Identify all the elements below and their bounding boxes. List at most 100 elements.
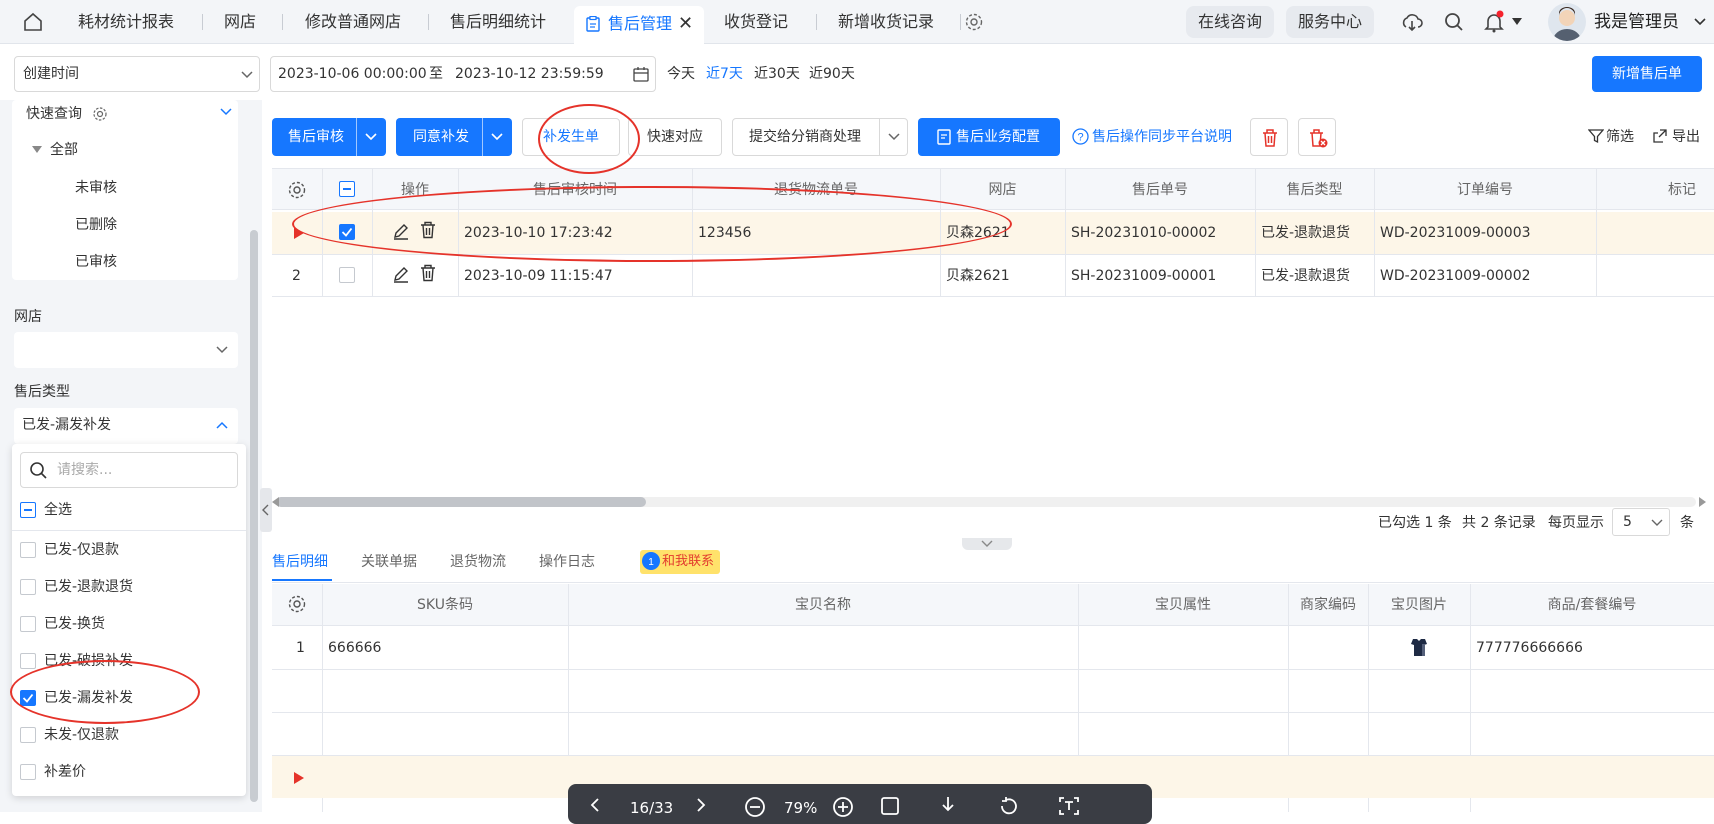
export-icon[interactable] (1652, 128, 1668, 144)
new-aftersale-button[interactable]: 新增售后单 (1592, 56, 1702, 92)
tab-return-logistics[interactable]: 退货物流 (450, 552, 506, 572)
range-today[interactable]: 今天 (667, 64, 695, 84)
scan-text-icon[interactable] (1058, 796, 1080, 816)
username[interactable]: 我是管理员 (1594, 10, 1679, 34)
select-all-rows-checkbox[interactable] (339, 181, 355, 197)
edit-icon[interactable] (392, 222, 410, 240)
option-label[interactable]: 补差价 (44, 762, 86, 782)
product-image-thumbnail[interactable] (1408, 636, 1430, 658)
option-label[interactable]: 未发-仅退款 (44, 725, 119, 745)
gear-icon[interactable] (287, 594, 307, 614)
bell-icon[interactable] (1482, 10, 1506, 34)
agree-resend-button[interactable]: 同意补发 (396, 118, 512, 156)
tree-item-all[interactable]: 全部 (50, 140, 78, 160)
rotate-icon[interactable] (998, 796, 1020, 816)
tab-related-docs[interactable]: 关联单据 (361, 552, 417, 572)
tree-item-unaudited[interactable]: 未审核 (75, 178, 117, 198)
range-7days[interactable]: 近7天 (706, 64, 743, 84)
avatar[interactable] (1548, 3, 1586, 41)
tab-consumables-report[interactable]: 耗材统计报表 (78, 10, 174, 34)
gear-icon[interactable] (964, 12, 984, 32)
tab-aftersale-detail-stats[interactable]: 售后明细统计 (450, 10, 546, 34)
sync-help-link[interactable]: 售后操作同步平台说明 (1092, 127, 1232, 147)
option-checkbox[interactable] (20, 764, 36, 780)
calendar-icon[interactable] (633, 66, 649, 82)
filter-button[interactable]: 筛选 (1606, 127, 1634, 147)
date-field-select[interactable]: 创建时间 (14, 56, 260, 92)
chevron-down-icon[interactable] (365, 133, 377, 141)
tree-item-audited[interactable]: 已审核 (75, 252, 117, 272)
tab-aftersale-management[interactable]: 售后管理 ✕ (574, 6, 704, 44)
fit-icon[interactable] (880, 796, 900, 816)
service-center-button[interactable]: 服务中心 (1286, 6, 1375, 38)
search-icon[interactable] (1442, 10, 1466, 34)
scrollbar-thumb[interactable] (276, 497, 646, 507)
date-range-picker[interactable]: 2023-10-06 00:00:00 至 2023-10-12 23:59:5… (270, 56, 656, 92)
sidebar-scrollbar[interactable] (250, 230, 258, 802)
chevron-down-icon[interactable] (888, 133, 900, 141)
zoom-out-icon[interactable] (744, 796, 766, 818)
delete-permanent-button[interactable] (1298, 118, 1336, 156)
select-all-checkbox[interactable] (20, 502, 36, 518)
download-icon[interactable] (940, 796, 956, 816)
tab-shop[interactable]: 网店 (224, 10, 256, 34)
option-checkbox[interactable] (20, 653, 36, 669)
tree-item-deleted[interactable]: 已删除 (75, 215, 117, 235)
option-checkbox[interactable] (20, 616, 36, 632)
option-label[interactable]: 已发-破损补发 (44, 651, 133, 671)
zoom-in-icon[interactable] (832, 796, 854, 818)
chevron-down-icon[interactable] (491, 133, 503, 141)
close-icon[interactable]: ✕ (678, 12, 693, 36)
chevron-down-icon[interactable] (1694, 18, 1706, 26)
sidebar-collapse-handle[interactable] (260, 488, 272, 532)
dropdown-search-input[interactable]: 请搜索... (20, 452, 238, 488)
chevron-down-icon[interactable] (220, 108, 232, 116)
option-checkbox[interactable] (20, 542, 36, 558)
gear-icon[interactable] (92, 106, 108, 122)
quick-match-button[interactable]: 快速对应 (628, 118, 722, 156)
filter-icon[interactable] (1588, 128, 1604, 144)
online-consult-button[interactable]: 在线咨询 (1186, 6, 1275, 38)
cloud-download-icon[interactable] (1400, 10, 1424, 34)
tab-edit-shop[interactable]: 修改普通网店 (305, 10, 401, 34)
contact-me-button[interactable]: 1 和我联系 (640, 550, 721, 574)
resend-create-button[interactable]: 补发生单 (522, 118, 620, 156)
tab-receiving[interactable]: 收货登记 (724, 10, 788, 34)
range-30days[interactable]: 近30天 (754, 64, 800, 84)
scroll-left-icon[interactable] (272, 497, 280, 507)
tab-new-receiving[interactable]: 新增收货记录 (838, 10, 934, 34)
shop-select[interactable] (14, 332, 238, 368)
per-page-select[interactable]: 5 (1612, 508, 1670, 536)
caret-down-icon[interactable] (1512, 18, 1522, 26)
caret-down-icon[interactable] (32, 146, 42, 154)
panel-splitter[interactable] (962, 538, 1012, 550)
aftersale-type-select[interactable]: 已发-漏发补发 (14, 408, 238, 444)
gear-icon[interactable] (287, 180, 307, 200)
row-checkbox-checked[interactable] (339, 224, 355, 240)
trash-icon[interactable] (420, 221, 436, 239)
biz-config-button[interactable]: 售后业务配置 (918, 118, 1060, 156)
delete-button[interactable] (1250, 118, 1288, 156)
option-label[interactable]: 已发-漏发补发 (44, 688, 133, 708)
tab-operation-log[interactable]: 操作日志 (539, 552, 595, 572)
row-checkbox[interactable] (339, 267, 355, 283)
end-date[interactable]: 2023-10-12 23:59:59 (455, 57, 604, 91)
chevron-right-icon[interactable] (696, 798, 706, 812)
range-90days[interactable]: 近90天 (809, 64, 855, 84)
tab-aftersale-detail[interactable]: 售后明细 (272, 552, 328, 572)
select-all-label[interactable]: 全选 (44, 500, 72, 520)
option-label[interactable]: 已发-换货 (44, 614, 105, 634)
option-label[interactable]: 已发-退款退货 (44, 577, 133, 597)
home-icon[interactable] (22, 11, 44, 33)
table-horizontal-scrollbar[interactable] (276, 497, 1696, 507)
option-checkbox[interactable] (20, 579, 36, 595)
chevron-left-icon[interactable] (590, 798, 600, 812)
scroll-right-icon[interactable] (1698, 497, 1706, 507)
trash-icon[interactable] (420, 264, 436, 282)
submit-distributor-button[interactable]: 提交给分销商处理 (732, 118, 908, 156)
option-label[interactable]: 已发-仅退款 (44, 540, 119, 560)
option-checkbox-checked[interactable] (20, 690, 36, 706)
edit-icon[interactable] (392, 265, 410, 283)
aftersale-audit-button[interactable]: 售后审核 (272, 118, 386, 156)
export-button[interactable]: 导出 (1672, 127, 1700, 147)
